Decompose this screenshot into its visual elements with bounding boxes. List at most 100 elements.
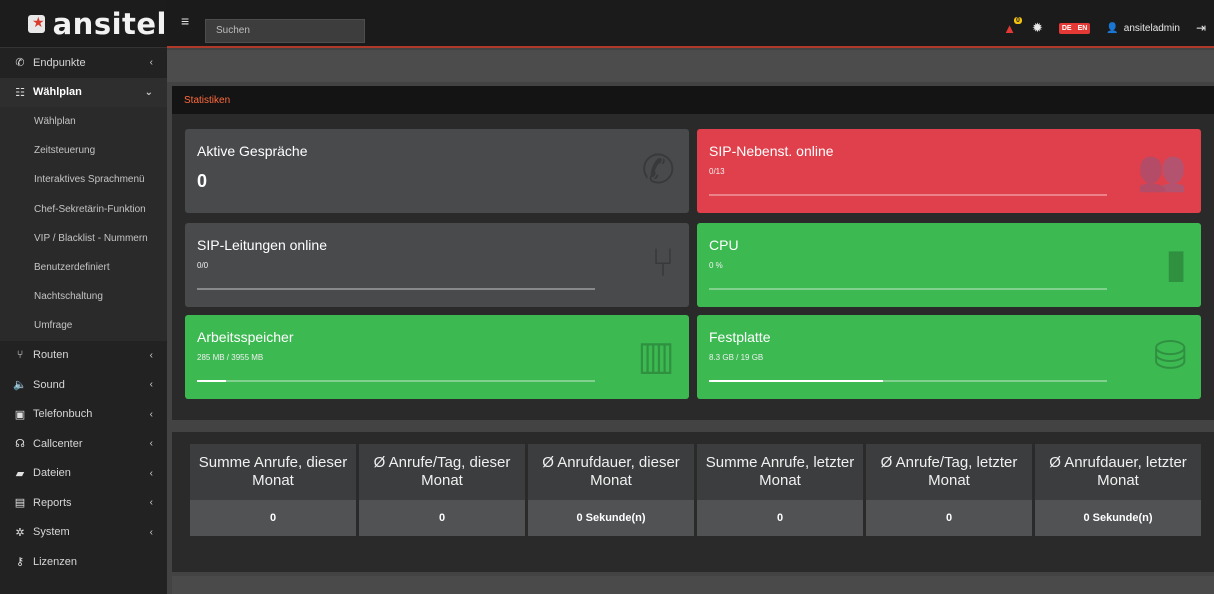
sitemap-icon: ☷ bbox=[15, 86, 25, 99]
card-title: SIP-Leitungen online bbox=[197, 237, 327, 253]
chevron-left-icon: ‹ bbox=[149, 497, 153, 509]
call-stat-label: Summe Anrufe, letzter Monat bbox=[697, 444, 863, 500]
username: ansiteladmin bbox=[1123, 22, 1180, 34]
call-stat-label: Ø Anrufdauer, dieser Monat bbox=[528, 444, 694, 500]
phone-icon: ✆ bbox=[15, 57, 25, 70]
logout-icon[interactable]: ⇥ bbox=[1196, 21, 1206, 35]
sidebar-item-endpunkte[interactable]: ✆ Endpunkte ‹ bbox=[0, 48, 167, 78]
statistics-panel: Statistiken Aktive Gespräche 0 ✆ SIP-Neb… bbox=[172, 86, 1214, 420]
call-stat-value: 0 bbox=[866, 500, 1032, 536]
card-title: SIP-Nebenst. online bbox=[709, 143, 834, 159]
top-bar: ≡ Suchen ▲ 0 ✹ DE EN 👤 ansiteladmin ⇥ bbox=[167, 0, 1214, 48]
call-stat-value: 0 Sekunde(n) bbox=[1035, 500, 1201, 536]
sidebar-subitem[interactable]: Interaktives Sprachmenü bbox=[0, 165, 167, 195]
card-value: 0 bbox=[197, 171, 208, 191]
progress-bar bbox=[197, 380, 595, 382]
footer-strip bbox=[172, 576, 1214, 594]
speaker-icon: 🔈 bbox=[13, 379, 27, 392]
sidebar-subitem[interactable]: Nachtschaltung bbox=[0, 282, 167, 312]
sidebar-item-callcenter[interactable]: ☊ Callcenter ‹ bbox=[0, 429, 167, 459]
call-stat: Summe Anrufe, dieser Monat 0 bbox=[190, 444, 356, 536]
search-input[interactable]: Suchen bbox=[205, 19, 365, 43]
brand-name: ansitel bbox=[52, 6, 167, 41]
call-stat: Ø Anrufdauer, letzter Monat 0 Sekunde(n) bbox=[1035, 444, 1201, 536]
sidebar-subitem[interactable]: Wählplan bbox=[0, 107, 167, 137]
gear-icon[interactable]: ✹ bbox=[1032, 20, 1043, 36]
chevron-left-icon: ‹ bbox=[149, 408, 153, 420]
sidebar-item-label: Telefonbuch bbox=[33, 408, 93, 421]
card-value: 285 MB / 3955 MB bbox=[197, 353, 264, 362]
panel-title: Statistiken bbox=[172, 86, 1214, 114]
sidebar-item-label: Sound bbox=[33, 378, 65, 391]
route-icon: ⑂ bbox=[16, 349, 24, 362]
sidebar-subitem[interactable]: Umfrage bbox=[0, 311, 167, 341]
logo-icon bbox=[28, 14, 45, 33]
call-stat: Ø Anrufe/Tag, letzter Monat 0 bbox=[866, 444, 1032, 536]
route-icon: ⑂ bbox=[651, 241, 675, 285]
chevron-left-icon: ‹ bbox=[149, 467, 153, 479]
progress-fill bbox=[709, 380, 883, 382]
key-icon: ⚷ bbox=[15, 556, 25, 569]
call-stat-label: Summe Anrufe, dieser Monat bbox=[190, 444, 356, 500]
sidebar-item-label: System bbox=[33, 526, 70, 539]
sidebar-item-label: Dateien bbox=[33, 467, 71, 480]
brand[interactable]: ansitel bbox=[0, 0, 167, 48]
call-stat-label: Ø Anrufe/Tag, dieser Monat bbox=[359, 444, 525, 500]
menu-icon[interactable]: ≡ bbox=[181, 13, 189, 29]
card-title: Arbeitsspeicher bbox=[197, 329, 294, 345]
call-stat-value: 0 bbox=[190, 500, 356, 536]
call-stat: Ø Anrufe/Tag, dieser Monat 0 bbox=[359, 444, 525, 536]
sidebar-item-telefonbuch[interactable]: ▣ Telefonbuch ‹ bbox=[0, 400, 167, 430]
progress-bar bbox=[709, 194, 1107, 196]
sidebar-item-waehlplan[interactable]: ☷ Wählplan ⌄ bbox=[0, 77, 167, 107]
database-icon: ⛁ bbox=[1153, 334, 1187, 378]
lang-de[interactable]: DE bbox=[1059, 23, 1075, 34]
folder-icon: ▰ bbox=[15, 467, 25, 480]
app-root: ansitel ✆ Endpunkte ‹ ☷ Wählplan ⌄ Wählp… bbox=[0, 0, 1214, 594]
card-value: 0/13 bbox=[709, 167, 725, 176]
sidebar-subitem[interactable]: VIP / Blacklist - Nummern bbox=[0, 223, 167, 253]
chevron-left-icon: ‹ bbox=[149, 438, 153, 450]
book-icon: ▣ bbox=[14, 408, 26, 421]
sidebar-subitem[interactable]: Zeitsteuerung bbox=[0, 136, 167, 166]
sidebar-item-reports[interactable]: ▤ Reports ‹ bbox=[0, 488, 167, 518]
call-stat-label: Ø Anrufdauer, letzter Monat bbox=[1035, 444, 1201, 500]
sidebar-item-label: Reports bbox=[33, 496, 72, 509]
call-stat: Ø Anrufdauer, dieser Monat 0 Sekunde(n) bbox=[528, 444, 694, 536]
chevron-left-icon: ‹ bbox=[149, 57, 153, 69]
chevron-down-icon: ⌄ bbox=[144, 86, 153, 98]
sidebar-item-routen[interactable]: ⑂ Routen ‹ bbox=[0, 341, 167, 371]
memory-icon: ▥ bbox=[637, 334, 675, 378]
chevron-left-icon: ‹ bbox=[149, 379, 153, 391]
sidebar-item-sound[interactable]: 🔈 Sound ‹ bbox=[0, 370, 167, 400]
call-stat: Summe Anrufe, letzter Monat 0 bbox=[697, 444, 863, 536]
chevron-left-icon: ‹ bbox=[149, 349, 153, 361]
alert-badge: 0 bbox=[1014, 16, 1022, 24]
chevron-left-icon: ‹ bbox=[149, 526, 153, 538]
call-stat-label: Ø Anrufe/Tag, letzter Monat bbox=[866, 444, 1032, 500]
call-stat-value: 0 bbox=[697, 500, 863, 536]
alert-icon[interactable]: ▲ 0 bbox=[1003, 16, 1022, 36]
sidebar-item-dateien[interactable]: ▰ Dateien ‹ bbox=[0, 459, 167, 489]
sidebar-item-system[interactable]: ✲ System ‹ bbox=[0, 518, 167, 548]
lang-en[interactable]: EN bbox=[1075, 23, 1091, 34]
chart-icon: ▤ bbox=[14, 497, 26, 510]
card-active-calls: Aktive Gespräche 0 ✆ bbox=[185, 129, 689, 213]
cpu-icon: ▮ bbox=[1164, 242, 1187, 286]
sidebar-nav: ✆ Endpunkte ‹ ☷ Wählplan ⌄ Wählplan Zeit… bbox=[0, 48, 167, 577]
cogs-icon: ✲ bbox=[15, 526, 25, 539]
sidebar-item-lizenzen[interactable]: ⚷ Lizenzen bbox=[0, 547, 167, 577]
user-menu[interactable]: 👤 ansiteladmin bbox=[1106, 23, 1180, 34]
users-icon: 👥 bbox=[1137, 149, 1187, 193]
progress-bar bbox=[709, 380, 1107, 382]
card-value: 0 % bbox=[709, 261, 723, 270]
sidebar-subitem[interactable]: Benutzerdefiniert bbox=[0, 252, 167, 283]
card-memory: Arbeitsspeicher 285 MB / 3955 MB ▥ bbox=[185, 315, 689, 399]
sidebar-subitem[interactable]: Chef-Sekretärin-Funktion bbox=[0, 194, 167, 224]
sidebar-item-label: Callcenter bbox=[33, 437, 83, 450]
sidebar-item-label: Endpunkte bbox=[33, 56, 86, 69]
language-switch[interactable]: DE EN bbox=[1058, 22, 1091, 34]
card-sip-extensions: SIP-Nebenst. online 0/13 👥 bbox=[697, 129, 1201, 213]
progress-bar bbox=[197, 288, 595, 290]
user-icon: 👤 bbox=[1106, 22, 1119, 34]
